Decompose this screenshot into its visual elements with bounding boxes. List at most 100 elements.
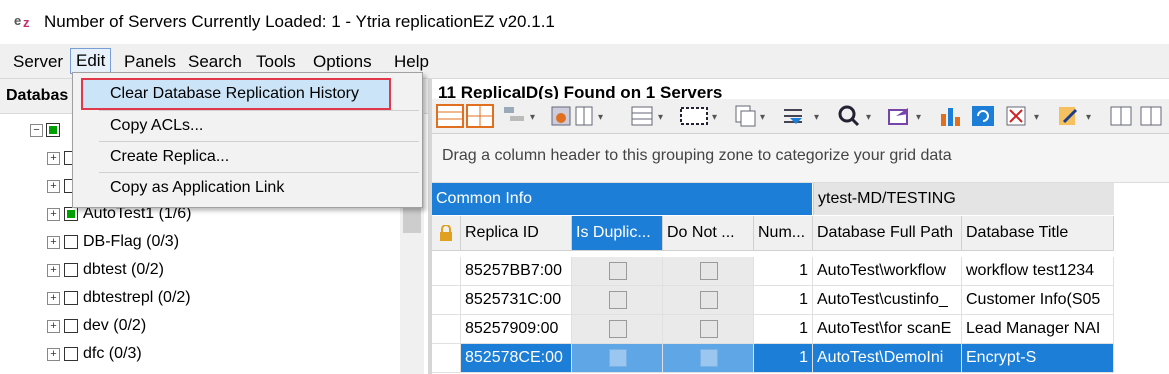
svg-text:▾: ▾ (814, 112, 819, 123)
is-duplicate-checkbox[interactable] (609, 262, 627, 280)
expand-icon[interactable]: + (47, 292, 60, 305)
lock-column-header[interactable] (432, 216, 461, 251)
tree-checkbox[interactable] (64, 347, 78, 361)
tree-checkbox[interactable] (64, 207, 78, 221)
tree-item-label: dev (0/2) (83, 317, 147, 334)
cell-path: AutoTest\custinfo_ (817, 291, 948, 308)
is-duplicate-checkbox[interactable] (609, 349, 627, 367)
menu-search[interactable]: Search (185, 50, 245, 74)
cell-replica-id: 85257909:00 (465, 320, 559, 337)
expand-icon[interactable]: + (47, 236, 60, 249)
tree-item[interactable]: + dfc (0/3) (0, 341, 400, 369)
menu-separator (99, 172, 419, 173)
replica-grid-panel: 11 ReplicaID(s) Found on 1 Servers ▾ ▾ ▾… (432, 79, 1169, 374)
tree-item[interactable]: + DB-Flag (0/3) (0, 229, 400, 257)
cell-title: workflow test1234 (966, 262, 1095, 279)
menu-options[interactable]: Options (310, 50, 375, 74)
grid-layout-icon[interactable] (436, 104, 496, 128)
menu-create-replica[interactable]: Create Replica... (83, 143, 408, 171)
is-duplicate-checkbox[interactable] (609, 291, 627, 309)
menu-separator (99, 141, 419, 142)
cell-num: 1 (799, 262, 808, 279)
tree-checkbox[interactable] (64, 263, 78, 277)
expand-icon[interactable]: + (47, 320, 60, 333)
copy-icon[interactable]: ▾ (732, 104, 772, 128)
cell-path: AutoTest\for scanE (817, 320, 952, 337)
band-common-info[interactable]: Common Info (432, 183, 812, 215)
panel-title: Databas (6, 87, 69, 104)
cell-replica-id: 852578CE:00 (465, 349, 563, 366)
col-label: Is Duplic... (576, 224, 651, 241)
menu-panels[interactable]: Panels (121, 50, 179, 74)
refresh-icon[interactable] (970, 104, 998, 128)
col-database-full-path[interactable]: Database Full Path (813, 216, 962, 251)
tree-item[interactable]: + dbtest (0/2) (0, 257, 400, 285)
cell-title: Customer Info(S05 (966, 291, 1101, 308)
grouping-zone[interactable]: Drag a column header to this grouping zo… (432, 134, 1169, 183)
col-num[interactable]: Num... (754, 216, 813, 251)
svg-text:z: z (23, 15, 30, 30)
do-not-checkbox[interactable] (700, 291, 718, 309)
tree-checkbox[interactable] (64, 319, 78, 333)
expand-icon[interactable]: + (47, 180, 60, 193)
frame-icon[interactable]: ▾ (678, 104, 726, 128)
menu-help[interactable]: Help (391, 50, 432, 74)
do-not-checkbox[interactable] (700, 320, 718, 338)
edit-menu-popup: Clear Database Replication History Copy … (72, 72, 423, 208)
menu-tools[interactable]: Tools (253, 50, 299, 74)
svg-text:▾: ▾ (598, 112, 603, 123)
do-not-checkbox[interactable] (700, 262, 718, 280)
tree-item[interactable]: + dbtestrepl (0/2) (0, 285, 400, 313)
col-do-not[interactable]: Do Not ... (663, 216, 754, 251)
menu-clear-replication-history[interactable]: Clear Database Replication History (81, 78, 391, 110)
menu-copy-application-link[interactable]: Copy as Application Link (83, 174, 408, 202)
lock-icon (440, 225, 452, 241)
collapse-icon[interactable]: − (30, 124, 43, 137)
row-settings-icon[interactable]: ▾ (630, 104, 670, 128)
tree-checkbox[interactable] (46, 123, 60, 137)
band-label: Common Info (436, 190, 533, 207)
results-header: 11 ReplicaID(s) Found on 1 Servers (432, 79, 1169, 99)
col-database-title[interactable]: Database Title (962, 216, 1114, 251)
title-bar: e z Number of Servers Currently Loaded: … (0, 0, 1169, 44)
svg-text:▾: ▾ (712, 112, 717, 123)
col-label: Database Full Path (817, 224, 954, 241)
col-replica-id[interactable]: Replica ID (461, 216, 572, 251)
svg-text:▾: ▾ (530, 112, 535, 123)
tree-view-icon[interactable]: ▾ (502, 104, 542, 128)
ez-logo-icon: e z (14, 13, 30, 30)
menu-separator (99, 110, 419, 111)
is-duplicate-checkbox[interactable] (609, 320, 627, 338)
edit-icon[interactable]: ▾ (1056, 104, 1100, 128)
col-is-duplicate[interactable]: Is Duplic... (572, 216, 663, 251)
menu-server[interactable]: Server (10, 50, 66, 74)
window-title: Number of Servers Currently Loaded: 1 - … (44, 12, 555, 31)
expand-icon[interactable]: + (47, 264, 60, 277)
menu-copy-acls[interactable]: Copy ACLs... (83, 112, 408, 140)
grid-toolbar: ▾ ▾ ▾ ▾ ▾ ▾ ▾ ▾ ▾ ▾ (432, 99, 1169, 134)
col-label: Do Not ... (667, 224, 735, 241)
svg-text:▾: ▾ (1086, 112, 1091, 123)
expand-icon[interactable]: + (47, 152, 60, 165)
tree-checkbox[interactable] (64, 235, 78, 249)
export-icon[interactable]: ▾ (780, 104, 828, 128)
expand-icon[interactable]: + (47, 208, 60, 221)
columns-icon[interactable]: ▾ (550, 104, 620, 128)
tree-item[interactable]: + dev (0/2) (0, 313, 400, 341)
band-server[interactable]: ytest-MD/TESTING (813, 183, 1114, 215)
cell-title: Lead Manager NAI (966, 320, 1101, 337)
delete-rows-icon[interactable]: ▾ (1004, 104, 1048, 128)
column-resize-icon[interactable] (1108, 104, 1168, 128)
cell-num: 1 (799, 349, 808, 366)
share-icon[interactable]: ▾ (886, 104, 930, 128)
menu-edit[interactable]: Edit (70, 48, 112, 74)
do-not-checkbox[interactable] (700, 349, 718, 367)
expand-icon[interactable]: + (47, 348, 60, 361)
svg-text:▾: ▾ (1034, 112, 1039, 123)
cell-replica-id: 85257BB7:00 (465, 262, 562, 279)
search-icon[interactable]: ▾ (836, 104, 880, 128)
tree-checkbox[interactable] (64, 291, 78, 305)
tree-item-label: DB-Flag (0/3) (83, 233, 180, 250)
svg-text:▾: ▾ (916, 112, 921, 123)
bar-chart-icon[interactable] (938, 104, 966, 128)
